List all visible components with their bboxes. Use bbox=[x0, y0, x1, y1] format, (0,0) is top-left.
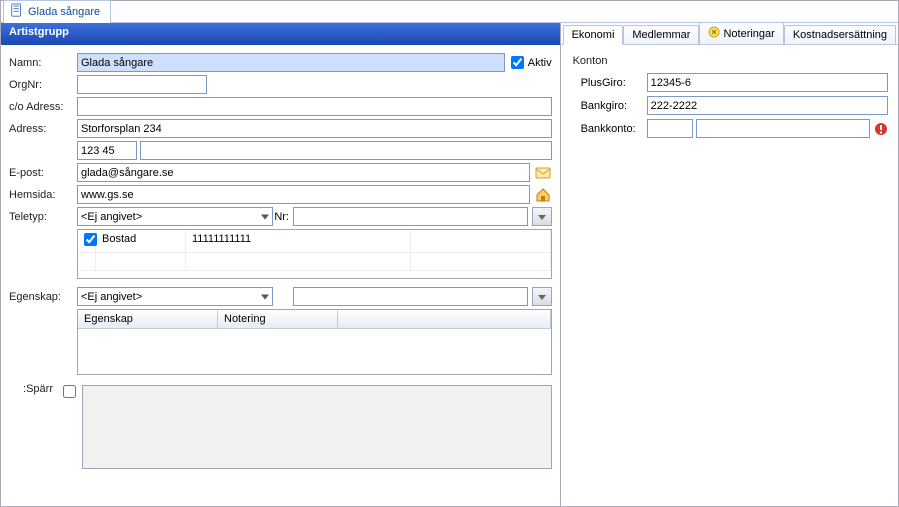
teletyp-label: Teletyp: bbox=[9, 211, 77, 223]
warning-icon bbox=[874, 122, 888, 136]
tab-noteringar-label: Noteringar bbox=[723, 28, 774, 40]
hemsida-input[interactable] bbox=[77, 185, 530, 204]
aktiv-label: Aktiv bbox=[528, 57, 552, 69]
aktiv-checkbox[interactable] bbox=[511, 56, 524, 69]
orgnr-input[interactable] bbox=[77, 75, 207, 94]
tab-kostnadsersattning[interactable]: Kostnadsersättning bbox=[784, 25, 896, 45]
egenskap-grid-header-egenskap: Egenskap bbox=[78, 310, 218, 328]
namn-input[interactable] bbox=[77, 53, 505, 72]
section-header: Artistgrupp bbox=[1, 23, 560, 45]
window-tabstrip: Glada sångare bbox=[1, 1, 898, 23]
tab-kostnad-label: Kostnadsersättning bbox=[793, 29, 887, 41]
nr-input[interactable] bbox=[293, 207, 528, 226]
sparr-checkbox[interactable] bbox=[63, 385, 76, 398]
note-icon bbox=[708, 26, 720, 41]
co-adress-input[interactable] bbox=[77, 97, 552, 116]
phone-row-type: Bostad bbox=[96, 230, 186, 252]
window-tab-glada[interactable]: Glada sångare bbox=[3, 0, 111, 23]
adress-label: Adress: bbox=[9, 123, 77, 135]
right-tabstrip: Ekonomi Medlemmar Noteringar Kostnadsers… bbox=[561, 23, 898, 45]
ort-input[interactable] bbox=[140, 141, 552, 160]
add-egenskap-button[interactable] bbox=[532, 287, 552, 306]
sparr-label: :Spärr bbox=[9, 383, 57, 395]
bankkonto-clearing-input[interactable] bbox=[647, 119, 693, 138]
konton-legend: Konton bbox=[571, 55, 888, 67]
egenskap-label: Egenskap: bbox=[9, 291, 77, 303]
egenskap-grid-header-blank bbox=[338, 310, 551, 328]
orgnr-label: OrgNr: bbox=[9, 79, 77, 91]
phone-grid-row[interactable]: Bostad 11111111111 bbox=[78, 230, 551, 253]
phone-grid-row-empty bbox=[78, 253, 551, 271]
mail-icon[interactable] bbox=[534, 164, 552, 182]
add-phone-button[interactable] bbox=[532, 207, 552, 226]
nr-label: Nr: bbox=[273, 211, 293, 223]
phone-grid: Bostad 11111111111 bbox=[77, 229, 552, 279]
tab-ekonomi-label: Ekonomi bbox=[572, 29, 615, 41]
bankkonto-account-input[interactable] bbox=[696, 119, 870, 138]
postnr-input[interactable] bbox=[77, 141, 137, 160]
tab-medlemmar-label: Medlemmar bbox=[632, 29, 690, 41]
phone-row-extra bbox=[411, 230, 551, 252]
plusgiro-label: PlusGiro: bbox=[581, 77, 647, 89]
tab-medlemmar[interactable]: Medlemmar bbox=[623, 25, 699, 45]
plusgiro-input[interactable] bbox=[647, 73, 888, 92]
egenskap-grid: Egenskap Notering bbox=[77, 309, 552, 375]
epost-label: E-post: bbox=[9, 167, 77, 179]
tab-ekonomi[interactable]: Ekonomi bbox=[563, 25, 624, 45]
bankgiro-input[interactable] bbox=[647, 96, 888, 115]
epost-input[interactable] bbox=[77, 163, 530, 182]
sparr-textarea[interactable] bbox=[82, 385, 552, 469]
home-icon[interactable] bbox=[534, 186, 552, 204]
aktiv-checkbox-wrap[interactable]: Aktiv bbox=[511, 56, 552, 69]
bankgiro-label: Bankgiro: bbox=[581, 100, 647, 112]
egenskap-text-input[interactable] bbox=[293, 287, 528, 306]
hemsida-label: Hemsida: bbox=[9, 189, 77, 201]
teletyp-select[interactable] bbox=[77, 207, 273, 226]
document-icon bbox=[10, 3, 24, 20]
egenskap-select[interactable] bbox=[77, 287, 273, 306]
tab-noteringar[interactable]: Noteringar bbox=[699, 22, 783, 45]
window-tab-label: Glada sångare bbox=[28, 6, 100, 18]
egenskap-grid-header-notering: Notering bbox=[218, 310, 338, 328]
bankkonto-label: Bankkonto: bbox=[581, 123, 647, 135]
phone-row-number: 11111111111 bbox=[186, 230, 411, 252]
egenskap-grid-body bbox=[78, 329, 551, 365]
section-title: Artistgrupp bbox=[9, 26, 69, 38]
adress-input[interactable] bbox=[77, 119, 552, 138]
co-adress-label: c/o Adress: bbox=[9, 101, 77, 113]
namn-label: Namn: bbox=[9, 57, 77, 69]
